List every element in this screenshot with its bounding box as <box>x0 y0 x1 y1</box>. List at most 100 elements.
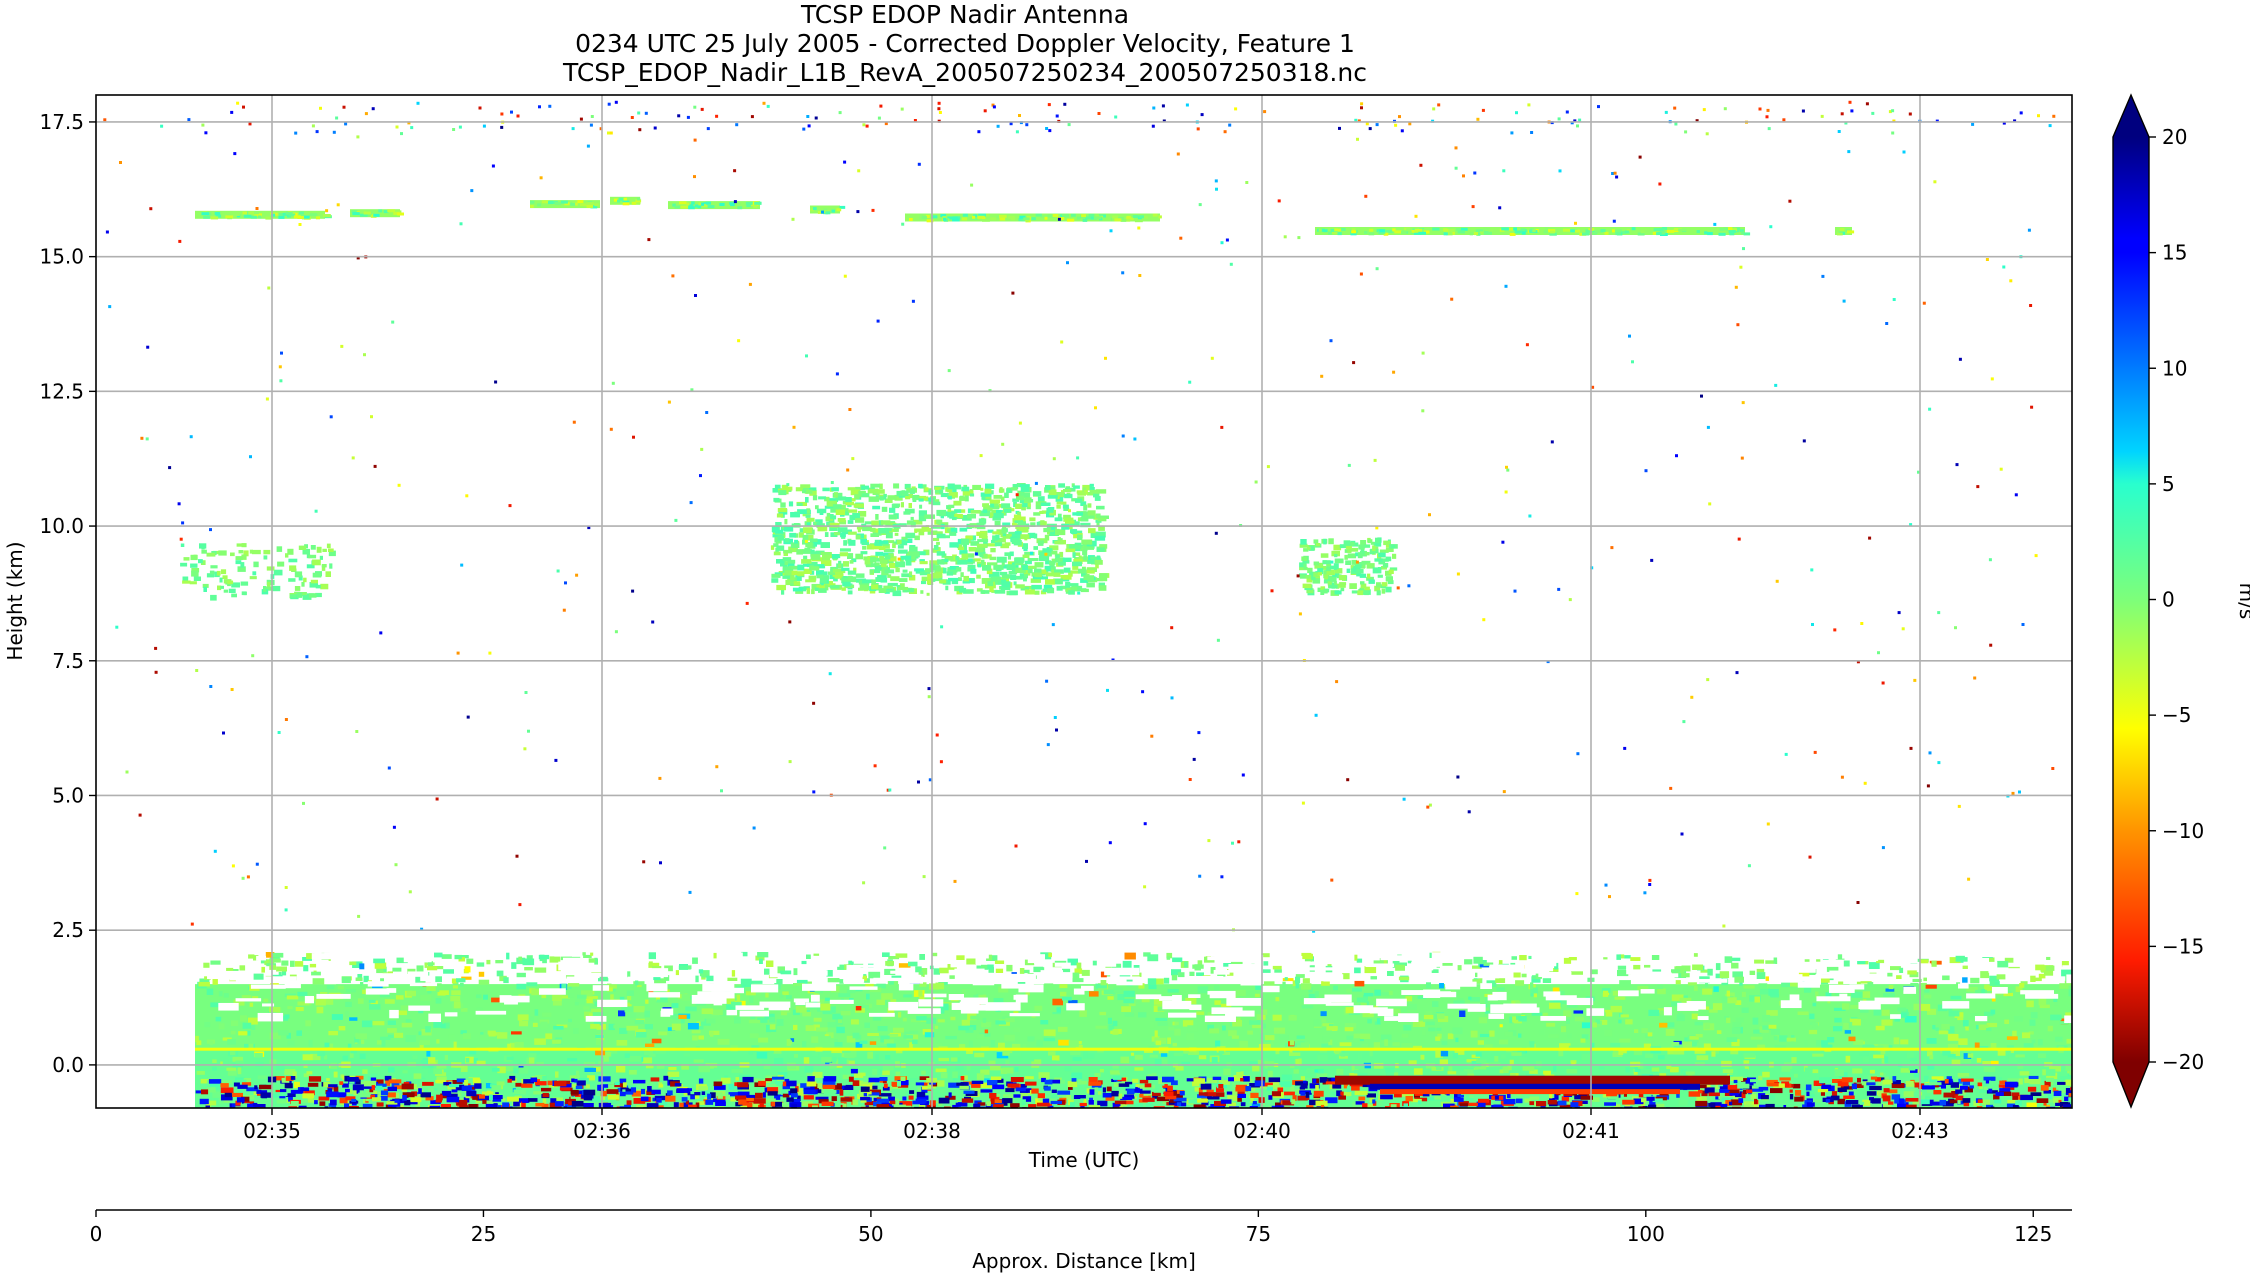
echo-gap <box>1728 946 1748 953</box>
echo-cell <box>360 981 364 986</box>
echo-cell <box>1422 1029 1426 1036</box>
echo-cell <box>1373 960 1384 964</box>
echo-cell <box>1071 1072 1083 1079</box>
echo-gap <box>499 995 512 1003</box>
echo-cell <box>1271 1091 1281 1097</box>
echo-gap <box>1463 951 1497 957</box>
echo-cell <box>359 963 365 970</box>
echo-cell <box>924 487 929 491</box>
echo-cell <box>1420 1054 1425 1060</box>
echo-cell <box>1279 1081 1292 1087</box>
echo-cell <box>681 1097 688 1102</box>
echo-cell <box>337 1092 347 1098</box>
echo-cell <box>1794 1096 1804 1102</box>
echo-cell <box>899 1044 908 1048</box>
echo-cell <box>910 516 914 521</box>
echo-cell <box>779 970 792 975</box>
echo-cell <box>806 508 811 514</box>
echo-cell <box>1666 1065 1672 1070</box>
echo-cell <box>948 1092 952 1098</box>
echo-cell <box>894 1098 900 1104</box>
echo-cell <box>534 967 547 973</box>
echo-cell <box>640 1088 646 1095</box>
echo-cell <box>731 1069 743 1073</box>
echo-cell <box>287 1040 295 1046</box>
echo-gap <box>1960 946 1984 950</box>
echo-cell <box>1040 1020 1049 1025</box>
echo-cell <box>1300 1076 1305 1081</box>
echo-cell <box>1574 1016 1584 1022</box>
echo-cell <box>1743 1060 1750 1064</box>
echo-cell <box>1741 1007 1749 1013</box>
echo-cell <box>1096 505 1105 510</box>
echo-cell <box>880 520 891 525</box>
echo-cell <box>1282 981 1286 989</box>
echo-gap <box>1697 978 1728 983</box>
echo-cell <box>1996 974 2006 980</box>
echo-cell <box>1546 1022 1556 1027</box>
echo-cell <box>676 1088 689 1093</box>
echo-cell <box>958 1025 970 1031</box>
echo-cell <box>1079 1102 1087 1107</box>
echo-cell <box>736 994 741 1002</box>
echo-gap <box>750 984 779 993</box>
echo-cell <box>1698 1089 1703 1094</box>
echo-cell <box>1941 1024 1950 1030</box>
echo-cell <box>1573 1010 1584 1014</box>
echo-cell <box>1279 1034 1289 1040</box>
echo-cell <box>1107 996 1114 1000</box>
echo-cell <box>1891 1094 1901 1100</box>
echo-cell <box>349 1017 358 1021</box>
echo-gap <box>1365 963 1395 968</box>
echo-gap <box>365 988 390 995</box>
echo-cell <box>1871 1098 1881 1104</box>
echo-cell <box>771 578 779 583</box>
echo-cell <box>384 999 395 1004</box>
echo-cell <box>793 1053 798 1058</box>
echo-cell <box>1174 1021 1179 1026</box>
echo-cell <box>1022 543 1028 550</box>
echo-cell <box>583 1006 590 1010</box>
echo-cell <box>1986 1028 1992 1032</box>
echo-cell <box>1452 1052 1459 1059</box>
echo-cell <box>1737 1068 1749 1076</box>
echo-cell <box>912 1039 918 1044</box>
echo-cell <box>464 966 471 973</box>
echo-cell <box>1851 1083 1857 1090</box>
echo-cell <box>574 1002 579 1006</box>
echo-cell <box>956 1082 964 1086</box>
echo-gap <box>363 953 394 959</box>
echo-cell <box>1760 1095 1769 1100</box>
echo-gap <box>805 1002 821 1008</box>
echo-cell <box>1903 1091 1914 1098</box>
echo-cell <box>1657 988 1666 995</box>
echo-cell <box>1214 1000 1221 1005</box>
echo-gap <box>1040 970 1064 976</box>
echo-cell <box>1114 1100 1127 1105</box>
echo-cell <box>420 1059 427 1064</box>
echo-cell <box>1043 1029 1056 1037</box>
echo-cell <box>440 1104 451 1108</box>
echo-cell <box>465 1057 470 1063</box>
echo-cell <box>1923 1075 1929 1082</box>
echo-cell <box>1052 998 1063 1006</box>
echo-cell <box>680 1019 685 1024</box>
echo-cell <box>804 1065 814 1073</box>
echo-cell <box>863 1092 867 1097</box>
echo-gap <box>960 997 988 1005</box>
echo-cell <box>755 1092 763 1099</box>
echo-gap <box>950 960 960 968</box>
echo-cell <box>822 1084 836 1090</box>
echo-cell <box>1413 1068 1423 1075</box>
echo-cell <box>803 1057 810 1064</box>
echo-cell <box>987 1080 998 1086</box>
echo-gap <box>890 970 899 974</box>
echo-cell <box>1111 1090 1119 1097</box>
echo-gap <box>1582 948 1611 958</box>
echo-cell <box>1907 970 1917 975</box>
echo-cell <box>971 1080 984 1084</box>
echo-cell <box>1731 962 1739 969</box>
echo-cell <box>1834 1070 1844 1076</box>
echo-cell <box>782 1093 790 1098</box>
echo-cell <box>1969 1085 1974 1089</box>
